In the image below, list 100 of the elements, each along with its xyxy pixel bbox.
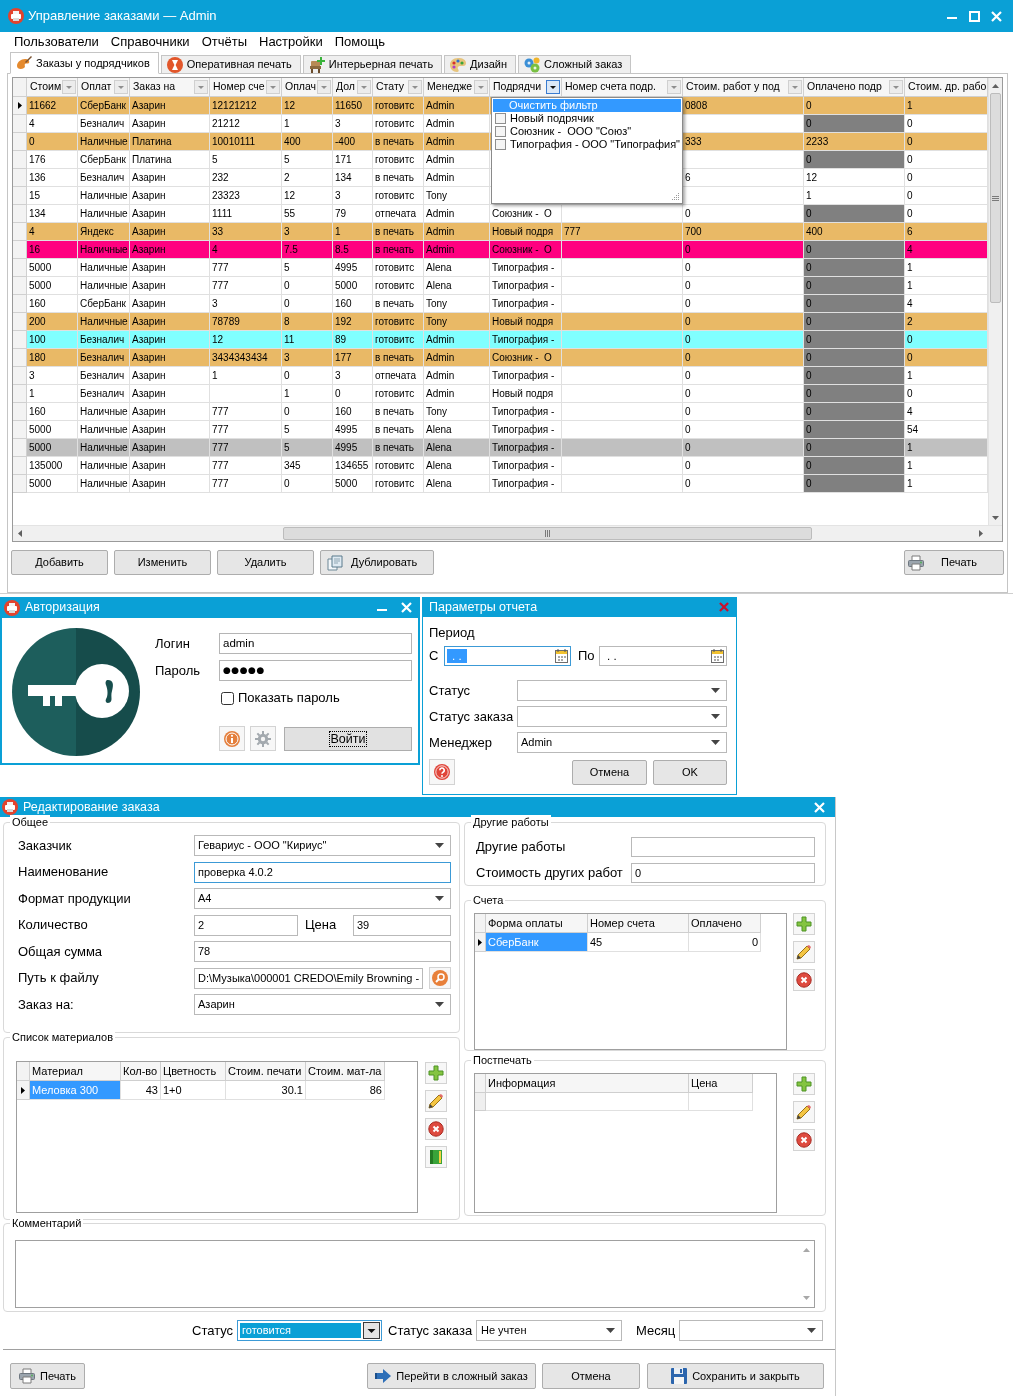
column-header[interactable]: Информация <box>486 1074 689 1093</box>
maximize-icon[interactable] <box>969 10 980 22</box>
dropdown[interactable] <box>679 1320 823 1341</box>
column-header[interactable]: Стату <box>373 78 424 97</box>
dropdown[interactable]: Гевариус - ООО "Кириус" <box>194 835 451 856</box>
column-header[interactable]: Материал <box>30 1062 121 1081</box>
login-button[interactable]: Войти <box>284 726 412 751</box>
ok-button[interactable]: OK <box>653 759 727 785</box>
menu-item[interactable]: Настройки <box>253 32 329 52</box>
column-header[interactable]: Форма оплаты <box>486 914 588 933</box>
login-field[interactable]: admin <box>219 633 412 654</box>
checkbox[interactable] <box>221 691 234 705</box>
column-header[interactable]: Стоим. работ у под <box>683 78 804 97</box>
arrow-right-icon[interactable] <box>979 530 983 537</box>
arrow-down-icon[interactable] <box>992 515 999 520</box>
column-header[interactable]: Оплат <box>78 78 130 97</box>
tab[interactable]: Заказы у подрядчиков <box>10 52 159 74</box>
tab[interactable]: Интерьерная печать <box>302 55 443 74</box>
column-header[interactable]: Стоим <box>27 78 78 97</box>
column-header[interactable]: Цветность <box>161 1062 226 1081</box>
column-header[interactable]: Номер сче <box>210 78 282 97</box>
info-button[interactable] <box>219 726 245 751</box>
add-button[interactable]: Добавить <box>11 550 108 575</box>
dropdown[interactable] <box>517 706 727 727</box>
password-field[interactable]: ●●●●● <box>219 660 412 681</box>
close-icon[interactable] <box>719 602 729 612</box>
tab[interactable]: Оперативная печать <box>160 55 301 74</box>
book-button[interactable] <box>425 1146 447 1168</box>
menu-item[interactable]: Типография - ООО "Типография" <box>493 138 681 151</box>
menu-item[interactable]: Союзник - ООО "Союз" <box>493 125 681 138</box>
column-header[interactable]: Стоим. мат-ла <box>306 1062 385 1081</box>
add-button[interactable] <box>425 1062 447 1084</box>
text-field[interactable] <box>631 837 815 857</box>
checkbox-label[interactable]: Показать пароль <box>238 688 340 708</box>
edit-button[interactable] <box>425 1090 447 1112</box>
cancel-button[interactable]: Отмена <box>572 759 647 785</box>
text-field[interactable]: 39 <box>353 914 451 936</box>
resize-grip-icon[interactable] <box>672 193 679 200</box>
text-field[interactable]: проверка 4.0.2 <box>194 861 451 883</box>
scrollbar-thumb[interactable] <box>283 527 812 540</box>
minimize-icon[interactable] <box>377 608 387 611</box>
dropdown[interactable]: Не учтен <box>476 1320 622 1341</box>
scrollbar-thumb[interactable] <box>990 93 1001 303</box>
duplicate-button[interactable]: Дублировать <box>320 550 434 575</box>
calendar-icon[interactable] <box>711 649 724 663</box>
text-field[interactable]: 2 <box>194 914 298 936</box>
add-button[interactable] <box>793 1073 815 1095</box>
column-header[interactable]: Дол <box>333 78 373 97</box>
settings-button[interactable] <box>250 726 276 751</box>
arrow-down-icon[interactable] <box>802 1296 810 1300</box>
arrow-left-icon[interactable] <box>18 530 22 537</box>
column-header[interactable]: Цена <box>689 1074 753 1093</box>
dropdown[interactable]: A4 <box>194 888 451 909</box>
minimize-icon[interactable] <box>947 16 957 19</box>
delete-button[interactable] <box>793 1129 815 1151</box>
column-header[interactable]: Оплачено <box>689 914 761 933</box>
column-header[interactable]: Стоим. печати <box>226 1062 306 1081</box>
menu-item[interactable]: Справочники <box>104 32 196 52</box>
checkbox[interactable] <box>495 126 506 137</box>
comment-field[interactable] <box>15 1240 815 1308</box>
column-header[interactable]: Оплачено подр <box>804 78 905 97</box>
edit-button[interactable] <box>793 1101 815 1123</box>
checkbox[interactable] <box>495 113 506 124</box>
text-field[interactable]: D:\Музыка\000001 CREDO\Emily Browning - <box>194 967 423 989</box>
dropdown[interactable]: Азарин <box>194 994 451 1015</box>
checkbox[interactable] <box>495 139 506 150</box>
menu-item[interactable]: Пользователи <box>8 32 105 52</box>
browse-button[interactable] <box>429 967 451 989</box>
delete-button[interactable] <box>425 1118 447 1140</box>
dropdown[interactable]: Admin <box>517 732 727 753</box>
column-header[interactable]: Кол-во <box>121 1062 161 1081</box>
column-header[interactable]: Заказ на <box>130 78 210 97</box>
column-header[interactable]: Номер счета <box>588 914 689 933</box>
column-header[interactable]: Подрядчи <box>490 78 562 97</box>
column-header[interactable]: Номер счета подр. <box>562 78 683 97</box>
help-button[interactable] <box>429 759 455 785</box>
column-header[interactable]: Оплач <box>282 78 333 97</box>
column-header[interactable]: Менедже <box>424 78 490 97</box>
column-header[interactable]: Стоим. др. рабо <box>905 78 988 97</box>
text-field[interactable]: 0 <box>631 863 815 883</box>
complex-order-button[interactable]: Перейти в сложный заказ <box>367 1363 536 1389</box>
save-button[interactable]: Сохранить и закрыть <box>647 1363 824 1389</box>
cancel-button[interactable]: Отмена <box>542 1363 640 1389</box>
arrow-up-icon[interactable] <box>802 1248 810 1252</box>
print-button[interactable]: Печать <box>10 1363 85 1389</box>
arrow-up-icon[interactable] <box>992 83 999 88</box>
tab[interactable]: Сложный заказ <box>518 55 632 74</box>
delete-button[interactable]: Удалить <box>217 550 314 575</box>
dropdown[interactable] <box>517 680 727 701</box>
add-button[interactable] <box>793 913 815 935</box>
tab[interactable]: Дизайн <box>444 55 517 74</box>
print-button[interactable]: Печать <box>904 550 1004 575</box>
edit-button[interactable]: Изменить <box>114 550 211 575</box>
edit-button[interactable] <box>793 941 815 963</box>
menu-item[interactable]: Новый подрячик <box>493 112 681 125</box>
text-field[interactable]: 78 <box>194 941 451 962</box>
menu-item[interactable]: Отчёты <box>195 32 253 52</box>
date-field[interactable]: . . <box>599 646 727 666</box>
calendar-icon[interactable] <box>555 649 568 663</box>
menu-item[interactable]: Помощь <box>328 32 391 52</box>
